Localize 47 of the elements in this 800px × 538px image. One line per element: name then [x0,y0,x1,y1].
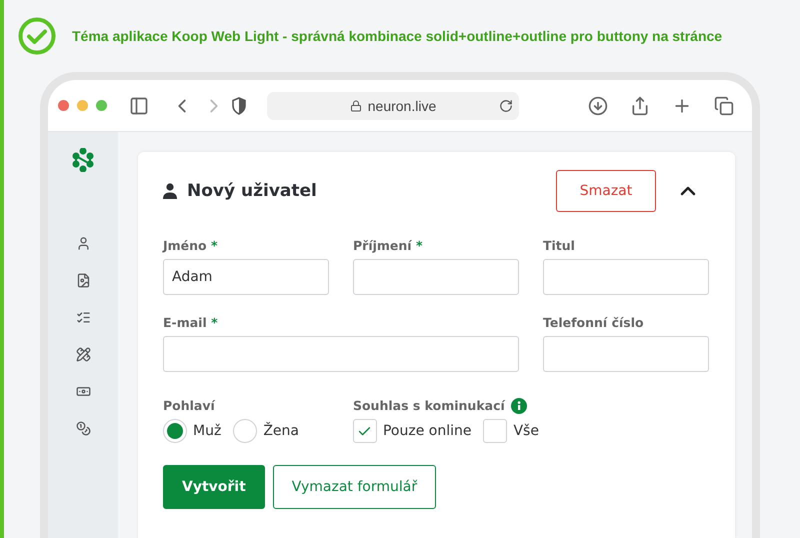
banner-text: Téma aplikace Koop Web Light - správná kombinace solid+outline+outline pro buttony na stránce [72,28,722,44]
check-circle-icon [18,17,56,55]
banknote-icon[interactable] [76,384,90,399]
reload-icon[interactable] [499,98,513,112]
coins-icon[interactable] [76,421,90,436]
url-text: neuron.live [368,98,436,114]
info-icon[interactable] [510,398,527,414]
field-label: Souhlas s kominukací [352,398,505,413]
tabs-icon[interactable] [714,96,734,116]
radio-button[interactable] [233,419,258,443]
delete-button[interactable]: Smazat [556,170,656,212]
user-icon[interactable] [76,236,90,251]
shield-icon [231,96,247,114]
create-button[interactable]: Vytvořit [163,465,265,509]
field-label: Jméno * [163,238,219,253]
field-label: Pohlaví [163,398,216,413]
checkbox[interactable] [483,419,508,443]
input-field[interactable] [543,336,709,372]
clear-form-button[interactable]: Vymazat formulář [272,465,436,509]
address-bar[interactable]: neuron.live [267,92,519,120]
checklist-icon[interactable] [76,310,90,325]
field-label: E-mail * [163,315,219,330]
sidebar-toggle-icon[interactable] [129,96,149,116]
option-label: Muž [193,423,222,439]
download-icon[interactable] [588,96,608,116]
maximize-dot[interactable] [96,100,107,111]
pencil-ruler-icon[interactable] [76,347,90,362]
input-field[interactable] [543,259,709,295]
option-label: Vše [513,423,539,439]
share-icon[interactable] [630,96,650,116]
user-icon [163,183,177,199]
field-label: Titul [543,238,576,253]
field-label: Příjmení * [353,238,424,253]
card-title: Nový uživatel [187,181,318,201]
option-label: Žena [263,423,299,439]
option-label: Pouze online [382,423,472,439]
close-dot[interactable] [58,100,69,111]
input-field[interactable] [163,336,519,372]
input-field[interactable]: Adam [163,259,329,295]
document-icon[interactable] [76,273,90,288]
lock-icon [350,100,362,112]
logo-icon [71,148,95,172]
field-label: Telefonní číslo [543,315,645,330]
checkbox[interactable] [352,419,377,443]
radio-button[interactable] [163,419,187,443]
minimize-dot[interactable] [77,100,88,111]
input-field[interactable] [353,259,519,295]
